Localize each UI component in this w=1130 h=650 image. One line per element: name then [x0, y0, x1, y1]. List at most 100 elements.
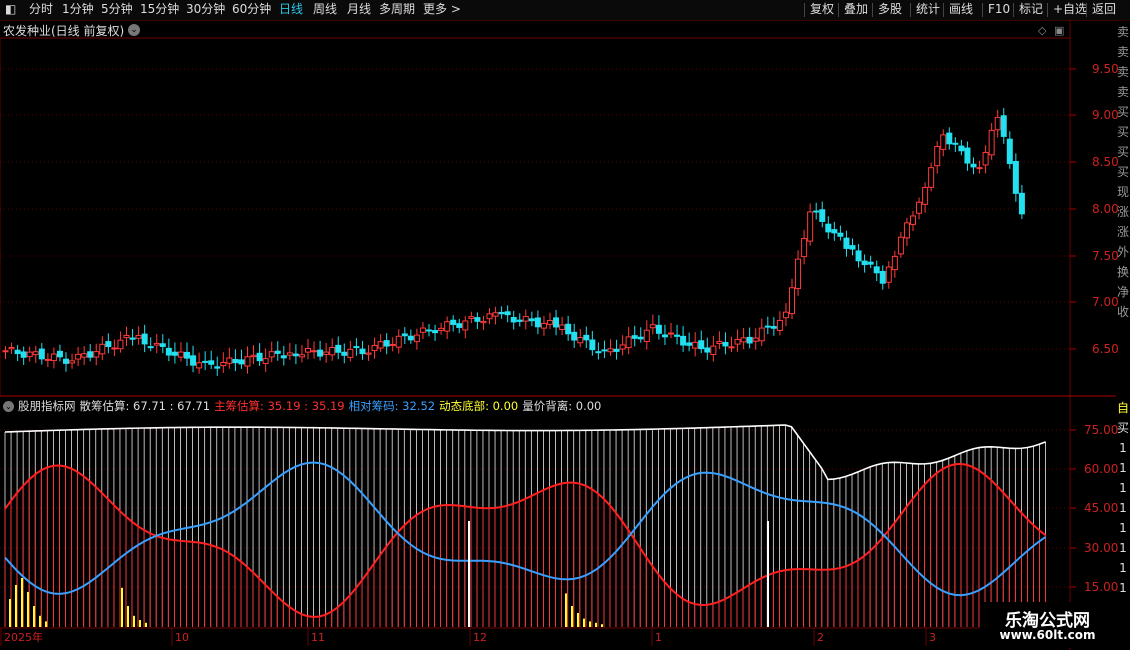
candle-body: [789, 287, 795, 315]
candle-body: [38, 348, 45, 360]
candle-body: [256, 352, 263, 362]
candle-body: [1000, 115, 1007, 137]
candle-body: [407, 335, 414, 341]
candle-body: [922, 186, 929, 205]
candle-body: [117, 339, 124, 350]
candle-body: [492, 312, 499, 317]
candle-body: [32, 351, 39, 356]
side-label: 自: [1116, 401, 1129, 415]
candle-body: [8, 346, 15, 350]
candle-body: [274, 350, 281, 354]
candle-body: [317, 349, 324, 357]
side-label: 现: [1116, 185, 1129, 199]
candle-body: [262, 358, 269, 364]
candle-body: [716, 340, 723, 344]
candle-body: [940, 134, 947, 150]
candle-body: [111, 347, 118, 350]
candle-body: [341, 351, 348, 356]
candle-body: [758, 327, 765, 342]
candle-body: [813, 210, 820, 213]
price-tick-label: 7.50: [1092, 249, 1119, 263]
candle-body: [752, 337, 759, 342]
candle-body: [619, 344, 626, 350]
candle-body: [982, 151, 989, 166]
candle-body: [516, 319, 523, 322]
candle-body: [668, 332, 674, 335]
candle-body: [764, 325, 771, 328]
side-label: 1: [1119, 481, 1127, 495]
candle-body: [232, 358, 239, 364]
candle-body: [444, 321, 451, 332]
candle-body: [674, 334, 681, 337]
x-axis-label: 12: [473, 631, 487, 644]
candle-body: [456, 323, 463, 328]
candle-body: [891, 255, 898, 271]
x-axis-label: 2: [817, 631, 824, 644]
candle-body: [740, 337, 747, 343]
indicator-tick-label: 15.00: [1084, 580, 1118, 594]
candle-body: [885, 266, 892, 283]
candle-body: [214, 366, 221, 369]
candle-body: [655, 324, 662, 334]
side-panel-indicator: 自买 1 1 1 1 1 1 1 1: [1116, 398, 1130, 598]
candle-body: [298, 354, 305, 358]
candle-body: [782, 311, 789, 319]
chevron-down-icon[interactable]: ⌄: [128, 24, 140, 36]
side-label: 1: [1119, 501, 1127, 515]
candle-body: [661, 334, 668, 338]
candle-body: [837, 232, 844, 237]
x-axis-label: 3: [929, 631, 936, 644]
candle-body: [958, 145, 965, 152]
stock-title[interactable]: 农发种业(日线 前复权): [3, 22, 124, 39]
candle-body: [353, 346, 360, 349]
candle-body: [147, 346, 154, 349]
price-tick-label: 9.50: [1092, 62, 1119, 76]
candle-body: [323, 351, 330, 355]
candle-body: [377, 341, 384, 349]
candle-body: [438, 327, 445, 331]
candle-body: [498, 311, 505, 315]
candle-body: [426, 329, 432, 332]
candle-body: [468, 316, 475, 319]
candle-body: [770, 326, 777, 329]
candle-body: [928, 167, 935, 188]
side-label: 涨: [1116, 205, 1129, 219]
price-tick-label: 8.50: [1092, 155, 1119, 169]
candle-body: [87, 351, 94, 358]
indicator-tick-label: 75.00: [1084, 423, 1118, 437]
candle-body: [389, 343, 396, 346]
candle-body: [704, 347, 711, 353]
chevron-down-icon[interactable]: ⌄: [3, 401, 14, 412]
candle-body: [577, 337, 584, 344]
side-label: 1: [1119, 581, 1127, 595]
candle-body: [553, 317, 560, 328]
x-axis-label: 10: [175, 631, 189, 644]
candle-body: [220, 362, 227, 367]
candle-body: [480, 320, 487, 324]
candle-body: [63, 358, 69, 364]
candle-body: [728, 346, 735, 349]
candle-body: [1012, 160, 1019, 194]
candle-body: [244, 356, 251, 367]
candle-body: [365, 352, 372, 355]
watermark: 乐淘公式网 www.60lt.com: [980, 602, 1115, 648]
candle-body: [807, 211, 814, 242]
side-label: 净: [1116, 285, 1129, 299]
candle-body: [994, 116, 1001, 131]
side-label: 1: [1119, 561, 1127, 575]
candle-body: [734, 338, 741, 345]
candle-body: [2, 350, 9, 353]
candle-body: [843, 237, 850, 249]
candle-body: [528, 318, 535, 322]
candle-body: [462, 320, 469, 331]
candle-body: [819, 209, 826, 222]
window-icon: ▣: [1054, 24, 1064, 37]
candle-body: [903, 222, 910, 239]
candle-body: [1018, 192, 1025, 215]
candle-body: [801, 238, 808, 258]
candle-body: [643, 329, 650, 343]
candle-body: [419, 327, 426, 333]
candle-body: [855, 250, 862, 262]
candle-body: [686, 342, 693, 346]
candle-body: [831, 229, 838, 234]
